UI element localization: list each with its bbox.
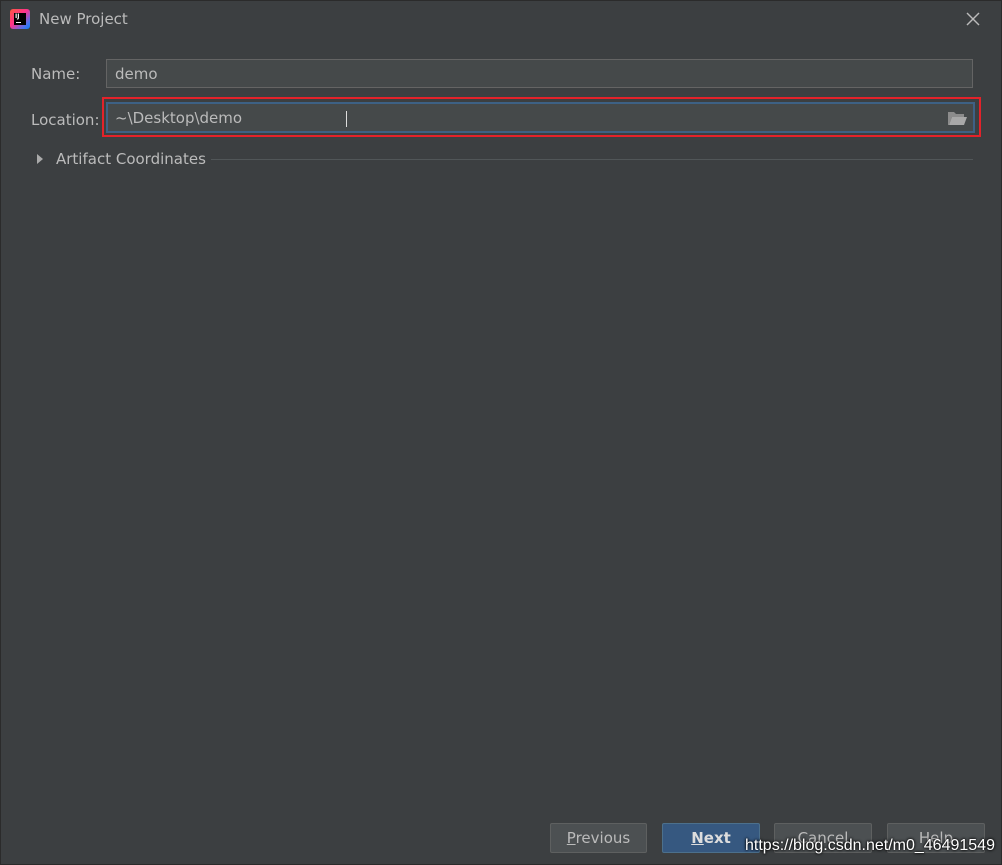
name-label: Name: (31, 65, 81, 83)
title-bar: IJ New Project (1, 1, 1001, 37)
intellij-idea-icon: IJ (10, 9, 30, 29)
previous-button[interactable]: Previous (550, 823, 647, 853)
watermark-text: https://blog.csdn.net/m0_46491549 (745, 837, 995, 854)
new-project-dialog: IJ New Project Name: Location: Artifact … (0, 0, 1002, 865)
location-field[interactable] (106, 102, 975, 133)
previous-mnemonic: P (566, 829, 576, 847)
artifact-coordinates-toggle[interactable]: Artifact Coordinates (35, 149, 975, 171)
browse-folder-button[interactable] (946, 109, 968, 127)
artifact-coordinates-label: Artifact Coordinates (56, 150, 206, 168)
expand-arrow-icon (37, 154, 43, 164)
name-input[interactable] (106, 59, 973, 88)
previous-label: revious (575, 829, 631, 847)
folder-open-icon (948, 112, 967, 125)
section-separator (211, 159, 973, 160)
next-label: ext (703, 829, 731, 847)
text-caret (346, 111, 347, 127)
close-icon (966, 12, 980, 26)
dialog-title: New Project (39, 10, 128, 28)
location-input[interactable] (108, 104, 938, 131)
next-mnemonic: N (691, 829, 704, 847)
location-label: Location: (31, 111, 100, 129)
close-button[interactable] (961, 7, 985, 31)
